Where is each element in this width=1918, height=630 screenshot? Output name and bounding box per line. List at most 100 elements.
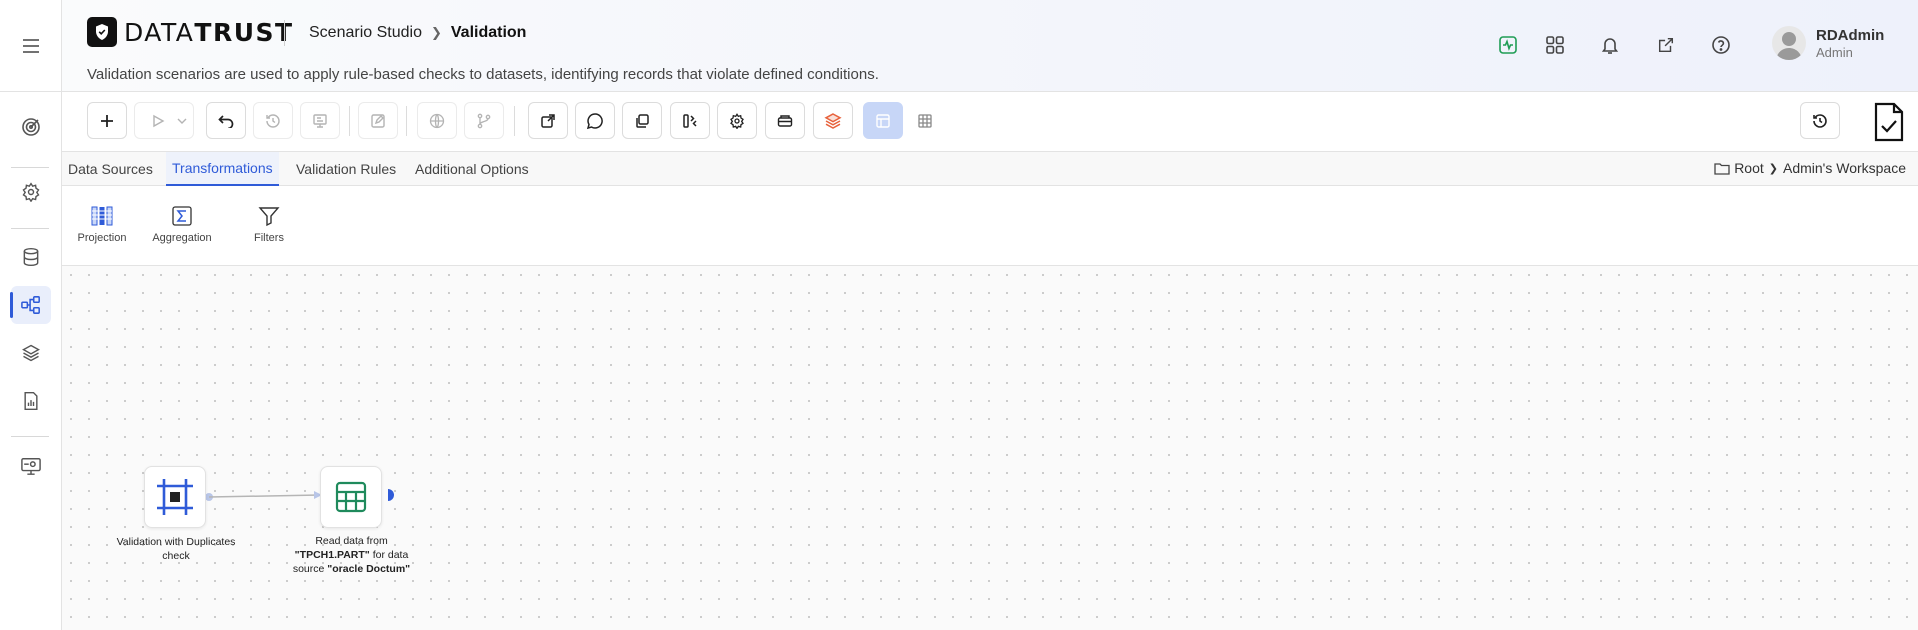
open-external-button[interactable] <box>528 102 568 139</box>
validation-frame-icon <box>157 479 193 515</box>
node-validation-label: Validation with Duplicates check <box>116 536 236 562</box>
history-restore-button[interactable] <box>1800 102 1840 139</box>
node-read-data-label: Read data from "TPCH1.PART" for data sou… <box>284 534 419 576</box>
flow-canvas[interactable]: Validation with Duplicates check Read da… <box>62 266 1918 630</box>
hamburger-icon <box>23 38 39 53</box>
activity-button[interactable] <box>1495 32 1521 58</box>
menu-toggle-button[interactable] <box>0 0 62 92</box>
tab-bar: Data Sources Transformations Validation … <box>62 152 1918 186</box>
sidebar-item-flow[interactable] <box>10 286 51 324</box>
page-description: Validation scenarios are used to apply r… <box>87 66 879 83</box>
comment-button[interactable] <box>575 102 615 139</box>
apps-grid-button[interactable] <box>1542 32 1568 58</box>
package-icon <box>777 114 793 127</box>
path-root: Root <box>1734 160 1764 176</box>
server-button[interactable] <box>300 102 340 139</box>
settings-icon <box>730 112 744 129</box>
path-folder: Admin's Workspace <box>1782 160 1906 176</box>
sidebar-item-database[interactable] <box>11 238 51 276</box>
folder-icon <box>1714 162 1730 175</box>
node-read-data[interactable] <box>320 466 382 528</box>
app-root: DATATRUST Scenario Studio ❯ Validation V… <box>0 0 1918 630</box>
sidebar-item-monitor[interactable] <box>11 447 51 485</box>
edit-icon <box>371 113 385 128</box>
apps-grid-icon <box>1546 36 1564 54</box>
node-validation[interactable] <box>144 466 206 528</box>
database-icon <box>23 247 39 267</box>
document-check-icon <box>1874 102 1904 142</box>
layers-icon <box>824 112 842 129</box>
breadcrumb-current: Validation <box>450 24 527 41</box>
layers-icon <box>22 344 40 362</box>
logo-text-part2: TRUST <box>194 17 294 47</box>
user-menu[interactable]: RDAdmin Admin <box>1772 26 1884 60</box>
add-button[interactable] <box>87 102 127 139</box>
sidebar <box>0 0 62 630</box>
bell-icon <box>1601 38 1619 54</box>
node-read-table-name: "TPCH1.PART" <box>294 549 370 561</box>
projection-icon <box>91 206 113 226</box>
settings-icon <box>22 182 40 202</box>
transformation-filters[interactable]: Filters <box>234 204 304 244</box>
help-button[interactable] <box>1708 32 1734 58</box>
chevron-down-icon <box>177 118 187 124</box>
edit-button[interactable] <box>358 102 398 139</box>
globe-button[interactable] <box>417 102 457 139</box>
header: DATATRUST Scenario Studio ❯ Validation V… <box>62 0 1918 92</box>
validate-document-button[interactable] <box>1870 102 1908 142</box>
transformation-projection[interactable]: Projection <box>67 204 137 244</box>
external-link-button[interactable] <box>1653 32 1679 58</box>
logo-text: DATATRUST <box>124 18 294 47</box>
flow-icon <box>21 296 40 314</box>
user-info: RDAdmin Admin <box>1816 27 1884 60</box>
chevron-right-icon: ❯ <box>430 25 442 40</box>
target-icon <box>22 118 40 136</box>
run-button[interactable] <box>134 102 194 139</box>
transformation-label: Projection <box>77 232 127 244</box>
layers-button[interactable] <box>813 102 853 139</box>
toolbar <box>62 92 1918 152</box>
branch-button[interactable] <box>464 102 504 139</box>
copy-icon <box>636 113 649 128</box>
avatar <box>1772 26 1806 60</box>
table-view-button[interactable] <box>905 102 945 139</box>
tab-additional-options[interactable]: Additional Options <box>409 152 535 186</box>
layout-view-button[interactable] <box>863 102 903 139</box>
play-icon <box>153 114 165 127</box>
transformation-palette: Projection Aggregation Filters <box>62 186 1918 266</box>
compare-icon <box>683 113 697 128</box>
report-icon <box>24 391 38 411</box>
breadcrumb: Scenario Studio ❯ Validation <box>309 24 526 42</box>
sidebar-item-target[interactable] <box>11 108 51 146</box>
node-read-label-prefix: Read data from <box>315 535 388 547</box>
tab-data-sources[interactable]: Data Sources <box>62 152 159 186</box>
history-button[interactable] <box>253 102 293 139</box>
toolbar-divider <box>406 106 407 136</box>
settings-button[interactable] <box>717 102 757 139</box>
activity-icon <box>1499 36 1517 54</box>
breadcrumb-parent[interactable]: Scenario Studio <box>309 24 422 42</box>
undo-icon <box>218 114 234 128</box>
notifications-button[interactable] <box>1597 32 1623 58</box>
copy-button[interactable] <box>622 102 662 139</box>
filter-icon <box>258 207 280 227</box>
tab-validation-rules[interactable]: Validation Rules <box>290 152 402 186</box>
sidebar-item-report[interactable] <box>11 382 51 420</box>
compare-button[interactable] <box>670 102 710 139</box>
sidebar-item-settings[interactable] <box>11 173 51 211</box>
user-role: Admin <box>1816 44 1853 60</box>
external-link-icon <box>541 113 555 128</box>
transformation-aggregation[interactable]: Aggregation <box>147 204 217 244</box>
tab-transformations[interactable]: Transformations <box>166 152 279 186</box>
monitor-icon <box>21 458 41 475</box>
history-icon <box>266 113 280 128</box>
sidebar-item-layers[interactable] <box>11 334 51 372</box>
workspace-path[interactable]: Root ❯ Admin's Workspace <box>1714 160 1906 176</box>
user-name: RDAdmin <box>1816 26 1885 44</box>
sigma-icon <box>172 206 192 226</box>
transformation-label: Filters <box>254 232 284 244</box>
package-button[interactable] <box>765 102 805 139</box>
branch-icon <box>477 113 491 128</box>
sidebar-divider <box>11 167 49 168</box>
undo-button[interactable] <box>206 102 246 139</box>
